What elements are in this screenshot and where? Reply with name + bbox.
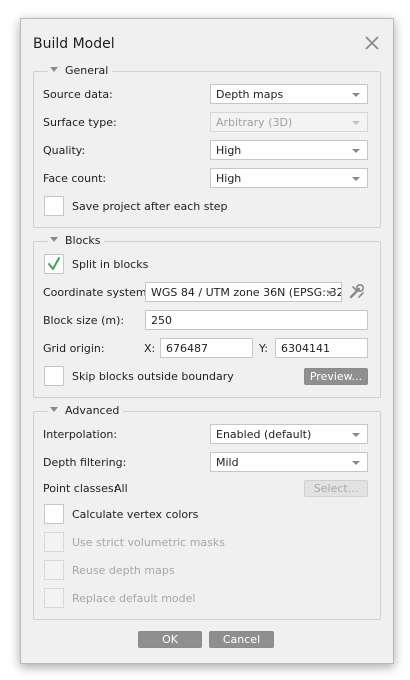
grid-origin-y-label: Y: <box>259 342 268 355</box>
replace-default-model-label: Replace default model <box>72 592 196 605</box>
chevron-down-icon <box>352 177 360 181</box>
point-classes-value: All <box>114 482 128 495</box>
grid-origin-x-label: X: <box>144 342 156 355</box>
chevron-down-icon <box>326 291 334 295</box>
chevron-down-icon <box>352 149 360 153</box>
chevron-down-icon <box>352 93 360 97</box>
grid-origin-label: Grid origin: <box>43 342 105 355</box>
surface-type-select: Arbitrary (3D) <box>210 112 368 132</box>
blocks-legend[interactable]: Blocks <box>48 234 105 247</box>
coordinate-system-value: WGS 84 / UTM zone 36N (EPSG::32 <box>151 286 342 299</box>
grid-origin-x-input[interactable]: 676487 <box>160 338 253 358</box>
advanced-legend[interactable]: Advanced <box>48 404 124 417</box>
reuse-depth-maps-label: Reuse depth maps <box>72 564 175 577</box>
advanced-legend-label: Advanced <box>65 404 120 417</box>
replace-default-model-checkbox <box>44 588 64 608</box>
depth-filtering-value: Mild <box>216 456 239 469</box>
select-classes-button: Select... <box>304 480 368 497</box>
face-count-label: Face count: <box>43 172 107 185</box>
collapse-arrow-icon[interactable] <box>50 407 58 412</box>
close-icon[interactable] <box>363 34 381 52</box>
calculate-vertex-colors-label: Calculate vertex colors <box>72 508 199 521</box>
general-legend[interactable]: General <box>48 64 113 77</box>
interpolation-select[interactable]: Enabled (default) <box>210 424 368 444</box>
skip-blocks-checkbox[interactable] <box>44 366 64 386</box>
cancel-button[interactable]: Cancel <box>209 631 274 648</box>
split-in-blocks-checkbox[interactable] <box>44 254 64 274</box>
block-size-label: Block size (m): <box>43 314 125 327</box>
quality-select[interactable]: High <box>210 140 368 160</box>
interpolation-value: Enabled (default) <box>216 428 312 441</box>
depth-filtering-label: Depth filtering: <box>43 456 127 469</box>
strict-volumetric-masks-label: Use strict volumetric masks <box>72 536 226 549</box>
quality-value: High <box>216 144 242 157</box>
calculate-vertex-colors-checkbox[interactable] <box>44 504 64 524</box>
settings-tools-icon[interactable] <box>347 282 367 302</box>
general-legend-label: General <box>65 64 109 77</box>
chevron-down-icon <box>352 121 360 125</box>
skip-blocks-label: Skip blocks outside boundary <box>72 370 234 383</box>
collapse-arrow-icon[interactable] <box>50 237 58 242</box>
chevron-down-icon <box>352 433 360 437</box>
dialog-title: Build Model <box>33 36 115 52</box>
reuse-depth-maps-checkbox <box>44 560 64 580</box>
split-in-blocks-label: Split in blocks <box>72 258 149 271</box>
checkmark-icon <box>48 257 60 270</box>
source-data-label: Source data: <box>43 88 113 101</box>
coordinate-system-label: Coordinate system: <box>43 286 151 299</box>
ok-button[interactable]: OK <box>138 631 202 648</box>
coordinate-system-select[interactable]: WGS 84 / UTM zone 36N (EPSG::32 <box>145 282 342 302</box>
surface-type-value: Arbitrary (3D) <box>216 116 293 129</box>
block-size-input[interactable]: 250 <box>145 310 368 330</box>
face-count-select[interactable]: High <box>210 168 368 188</box>
preview-button[interactable]: Preview... <box>304 368 368 385</box>
blocks-legend-label: Blocks <box>65 234 101 247</box>
strict-volumetric-masks-checkbox <box>44 532 64 552</box>
interpolation-label: Interpolation: <box>43 428 118 441</box>
source-data-select[interactable]: Depth maps <box>210 84 368 104</box>
point-classes-label: Point classes: <box>43 482 118 495</box>
chevron-down-icon <box>352 461 360 465</box>
save-project-checkbox[interactable] <box>44 196 64 216</box>
source-data-value: Depth maps <box>216 88 284 101</box>
depth-filtering-select[interactable]: Mild <box>210 452 368 472</box>
collapse-arrow-icon[interactable] <box>50 67 58 72</box>
face-count-value: High <box>216 172 242 185</box>
quality-label: Quality: <box>43 144 86 157</box>
grid-origin-y-input[interactable]: 6304141 <box>275 338 368 358</box>
save-project-label: Save project after each step <box>72 200 228 213</box>
surface-type-label: Surface type: <box>43 116 117 129</box>
build-model-dialog: Build Model General Source data: Depth m… <box>20 18 394 664</box>
